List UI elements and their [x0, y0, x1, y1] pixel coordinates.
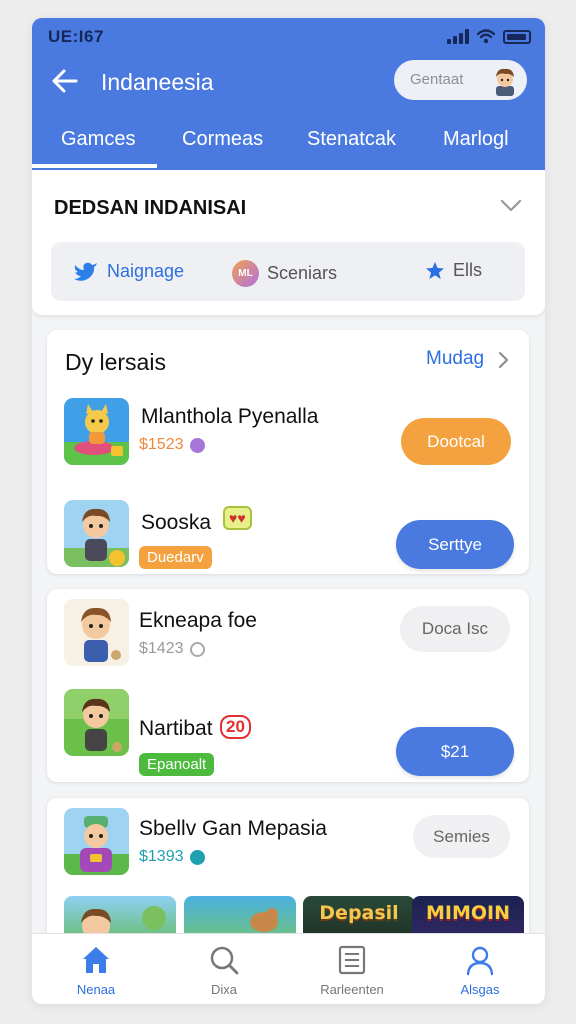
filter-card: DEDSAN INDANISAI Naignage ML Sceniars El… [32, 170, 545, 315]
filter-title: DEDSAN INDANISAI [54, 197, 247, 219]
nav-label: Alsgas [460, 982, 500, 997]
nav-label: Dixa [210, 982, 237, 997]
tile-label: MIMOIN [425, 902, 510, 924]
chevron-down-icon[interactable] [500, 198, 522, 214]
game-price: $1523 [139, 436, 205, 454]
status-time: UE:I67 [48, 27, 104, 46]
nav-profile[interactable]: Alsgas [416, 934, 544, 1004]
chevron-right-icon[interactable] [497, 351, 509, 369]
game-price: $1393 [139, 848, 205, 866]
section-link[interactable]: Mudag [426, 348, 484, 370]
price-text: $1523 [139, 436, 184, 453]
game-action-button[interactable]: Doca Isc [400, 606, 510, 652]
heart-badge-icon: ♥♥ [223, 506, 252, 530]
game-action-button[interactable]: $21 [396, 727, 514, 776]
coin-icon [189, 641, 205, 657]
tile-label: Depasil [319, 902, 399, 924]
document-icon [338, 945, 366, 975]
ml-badge-icon: ML [232, 260, 259, 287]
tab-bar: Gamces Cormeas Stenatcak Marlogl [32, 124, 545, 170]
game-thumbnail-icon[interactable] [64, 689, 129, 756]
game-thumbnail-icon[interactable] [64, 500, 129, 567]
app-bar: UE:I67 Indaneesia Gentaat Gamces Cormeas… [32, 18, 545, 170]
game-list-card: Dy lersais Mudag Mlanthola Pyenalla $152… [47, 330, 529, 574]
game-action-button[interactable]: Serttye [396, 520, 514, 569]
active-tab-indicator [32, 164, 157, 168]
wifi-icon [477, 29, 495, 44]
search-icon [210, 946, 239, 975]
game-title[interactable]: Ekneapa foe [139, 609, 257, 633]
count-badge: 20 [220, 715, 251, 739]
section-title: Dy lersais [65, 349, 166, 375]
chip-naignage[interactable]: Naignage [73, 260, 184, 282]
nav-search[interactable]: Dixa [160, 934, 288, 1004]
nav-home[interactable]: Nenaa [32, 934, 160, 1004]
home-icon [83, 947, 109, 973]
page-title: Indaneesia [101, 69, 214, 95]
coin-icon [189, 437, 205, 453]
game-thumbnail-icon[interactable] [64, 599, 129, 666]
tab-gamces[interactable]: Gamces [61, 128, 135, 151]
game-price: $1423 [139, 640, 205, 658]
game-thumbnail-icon[interactable] [64, 398, 129, 465]
price-text: $1423 [139, 640, 184, 657]
chip-label: Sceniars [267, 263, 338, 283]
game-title[interactable]: Mlanthola Pyenalla [141, 405, 318, 429]
chip-sceniars[interactable]: ML Sceniars [232, 260, 337, 287]
account-button[interactable]: Gentaat [394, 60, 527, 100]
chip-ells[interactable]: Ells [425, 260, 482, 281]
price-text: $1393 [139, 848, 184, 865]
nav-documents[interactable]: Rarleenten [288, 934, 416, 1004]
filter-chip-bar: Naignage ML Sceniars Ells [51, 242, 525, 301]
phone-screen: UE:I67 Indaneesia Gentaat Gamces Cormeas… [32, 18, 545, 1004]
star-icon [426, 261, 444, 279]
chip-label: Naignage [107, 260, 185, 281]
bird-icon [74, 262, 97, 281]
game-action-button[interactable]: Dootcal [401, 418, 511, 465]
avatar-icon [496, 68, 514, 96]
coin-icon [189, 849, 205, 865]
nav-label: Nenaa [76, 982, 116, 997]
game-tag: Duedarv [139, 546, 212, 569]
game-title[interactable]: Nartibat [139, 717, 213, 741]
game-title[interactable]: Sbellv Gan Mepasia [139, 817, 327, 841]
profile-icon [466, 946, 494, 976]
back-arrow-icon[interactable] [50, 66, 80, 96]
game-action-button[interactable]: Semies [413, 815, 510, 858]
status-icons [447, 28, 531, 44]
game-tag: Epanoalt [139, 753, 215, 776]
game-title[interactable]: Sooska [141, 511, 211, 535]
tab-marlogl[interactable]: Marlogl [443, 128, 509, 151]
account-label: Gentaat [410, 71, 464, 88]
game-thumbnail-icon[interactable] [64, 808, 129, 875]
nav-label: Rarleenten [320, 982, 384, 997]
battery-icon [503, 30, 531, 44]
game-list-card: Ekneapa foe $1423 Doca Isc Nartibat 20 E… [47, 589, 529, 782]
chip-label: Ells [453, 260, 483, 280]
signal-icon [447, 29, 469, 44]
tab-stenatcak[interactable]: Stenatcak [307, 128, 396, 151]
tab-cormeas[interactable]: Cormeas [182, 128, 263, 151]
bottom-nav: Nenaa Dixa Rarleenten Alsgas [32, 933, 545, 1004]
